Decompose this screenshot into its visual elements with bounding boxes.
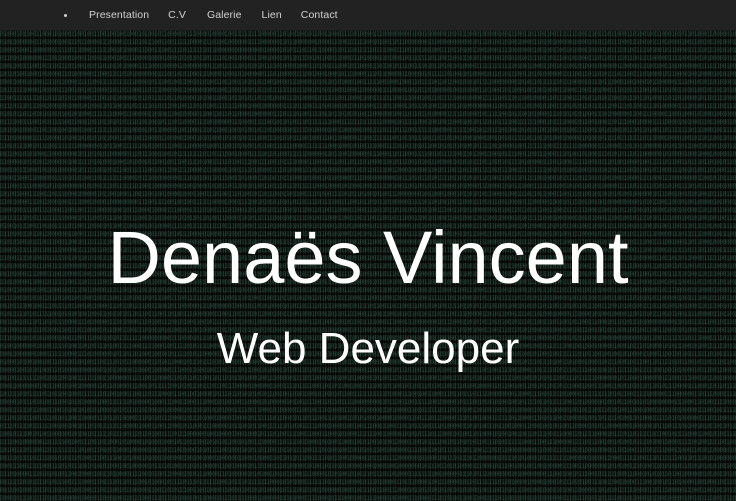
hero-section: Denaës Vincent Web Developer [0,31,736,501]
nav-item-cv[interactable]: C.V [168,9,186,21]
nav-item-lien[interactable]: Lien [262,9,282,21]
nav-item-contact[interactable]: Contact [301,9,338,21]
nav-menu: Presentation C.V Galerie Lien Contact [0,0,736,30]
nav-bullet-icon [64,14,67,17]
hero-name-heading: Denaës Vincent [107,216,629,299]
hero-job-title: Web Developer [216,324,520,373]
nav-item-galerie[interactable]: Galerie [207,9,242,21]
top-navbar: Presentation C.V Galerie Lien Contact [0,0,736,31]
nav-item-presentation[interactable]: Presentation [89,9,149,21]
